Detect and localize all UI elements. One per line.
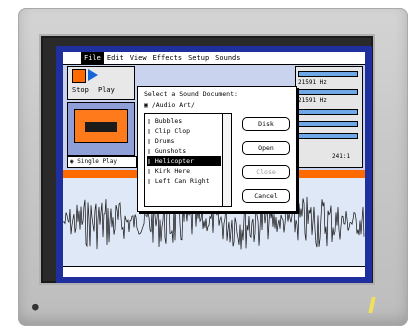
transport-toolbar: Stop Play [67,66,135,100]
list-item[interactable]: ▯ Kirk Here [147,166,221,176]
single-play-label: Single Play [77,158,117,165]
open-button[interactable]: Open [242,141,290,155]
single-play-radio[interactable]: ◉ Single Play [67,156,137,168]
menu-view[interactable]: View [127,52,150,64]
close-button[interactable]: Close [242,165,290,179]
menu-sounds[interactable]: Sounds [212,52,243,64]
level-bar [298,109,358,115]
stop-button[interactable]: Stop [72,85,89,95]
list-item[interactable]: ▯ Drums [147,136,221,146]
horizontal-scrollbar[interactable] [63,266,365,277]
dialog-title: Select a Sound Document: [144,90,238,98]
cassette-icon [74,109,128,143]
file-list-scrollbar[interactable] [222,114,231,206]
level-bar [298,133,358,139]
play-icon[interactable] [88,69,98,81]
list-item-selected[interactable]: ▯ Helicopter [147,156,221,166]
cassette-window [85,122,117,132]
play-button[interactable]: Play [98,85,115,95]
disk-button[interactable]: Disk [242,117,290,131]
folder-name: /Audio Art/ [151,101,195,109]
mac-screen: File Edit View Effects Setup Sounds Stop… [63,52,365,277]
list-item[interactable]: ▯ Left Can Right [147,176,221,186]
level-bar [298,71,358,77]
file-list[interactable]: ▯ Bubbles ▯ Clip Clop ▯ Drums ▯ Gunshots… [144,113,232,207]
menu-effects[interactable]: Effects [150,52,186,64]
menu-setup[interactable]: Setup [185,52,212,64]
record-icon[interactable] [72,69,86,83]
level-bar [298,121,358,127]
info-panel: 21591 Hz 21591 Hz 241:1 [295,66,363,168]
menu-file[interactable]: File [81,52,104,64]
sample-rate-1: 21591 Hz [298,79,327,86]
list-item[interactable]: ▯ Gunshots [147,146,221,156]
sample-rate-2: 21591 Hz [298,97,327,104]
list-item[interactable]: ▯ Clip Clop [147,126,221,136]
level-bar [298,89,358,95]
apple-logo-icon: ● [32,300,39,313]
folder-popup[interactable]: ▣ /Audio Art/ [144,101,195,109]
cancel-button[interactable]: Cancel [242,189,290,203]
tape-panel [67,102,135,156]
list-item[interactable]: ▯ Bubbles [147,116,221,126]
menu-edit[interactable]: Edit [104,52,127,64]
compression-ratio: 241:1 [332,153,351,160]
menu-bar: File Edit View Effects Setup Sounds [63,52,365,65]
open-sound-dialog: Select a Sound Document: ▣ /Audio Art/ ▯… [137,86,297,212]
